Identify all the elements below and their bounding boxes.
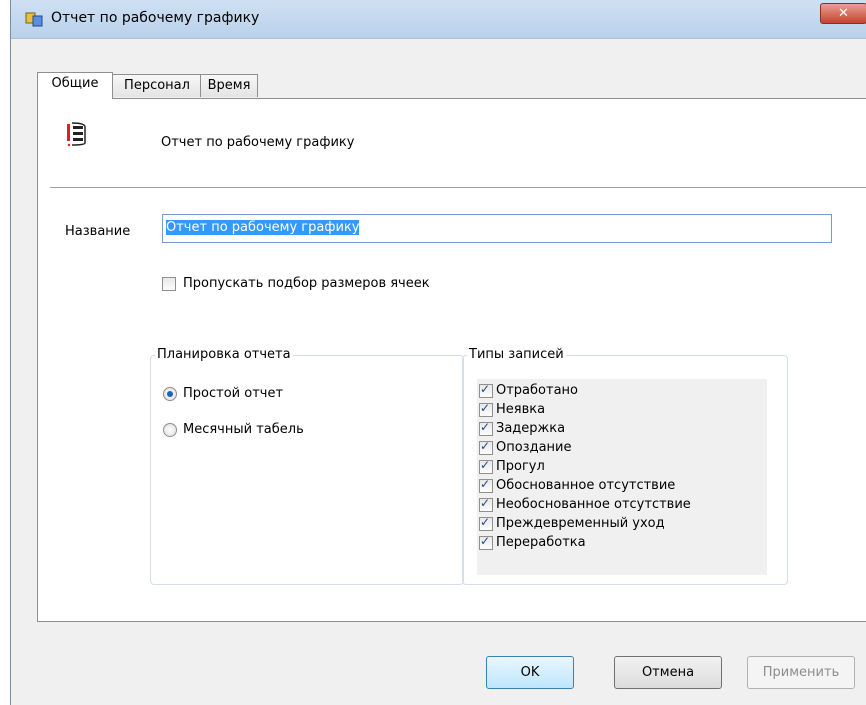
list-item[interactable]: Опоздание <box>479 439 572 459</box>
report-layout-group: Планировка отчета Простой отчет Месячный… <box>150 347 464 585</box>
report-list-icon <box>67 122 86 147</box>
record-type-checkbox[interactable] <box>479 534 493 550</box>
record-type-checkbox[interactable] <box>479 496 493 512</box>
tab-general[interactable]: Общие <box>37 72 113 99</box>
title-bar: Отчет по рабочему графику ✕ <box>11 0 866 39</box>
list-item[interactable]: Обоснованное отсутствие <box>479 477 676 497</box>
list-item[interactable]: Преждевременный уход <box>479 515 665 535</box>
record-type-checkbox[interactable] <box>479 515 493 531</box>
record-type-label: Неявка <box>496 402 546 417</box>
window-title: Отчет по рабочему графику <box>51 10 260 26</box>
apply-button[interactable]: Применить <box>747 656 855 689</box>
radio-monthly-timesheet[interactable]: Месячный табель <box>163 422 304 437</box>
name-label: Название <box>65 224 131 239</box>
radio-monthly-timesheet-button[interactable] <box>163 422 177 437</box>
report-header-title: Отчет по рабочему графику <box>161 135 355 150</box>
record-types-group: Типы записей Отработано Неявка Задержка … <box>462 347 788 585</box>
list-item[interactable]: Неявка <box>479 401 546 421</box>
radio-simple-report[interactable]: Простой отчет <box>163 386 283 401</box>
dialog-window: Отчет по рабочему графику ✕ Общие Персон… <box>10 0 866 705</box>
record-type-label: Прогул <box>496 459 545 474</box>
skip-cell-sizing-option[interactable]: Пропускать подбор размеров ячеек <box>162 276 430 291</box>
record-type-checkbox[interactable] <box>479 439 493 455</box>
record-type-checkbox[interactable] <box>479 477 493 493</box>
record-type-label: Задержка <box>496 421 566 436</box>
name-input[interactable]: Отчет по рабочему графику <box>162 214 832 243</box>
record-type-label: Преждевременный уход <box>496 516 665 531</box>
radio-simple-report-label: Простой отчет <box>183 386 284 401</box>
record-types-group-title: Типы записей <box>467 347 566 362</box>
record-type-checkbox[interactable] <box>479 401 493 417</box>
record-type-checkbox[interactable] <box>479 382 493 398</box>
tab-personnel[interactable]: Персонал <box>112 74 202 97</box>
cancel-button[interactable]: Отмена <box>614 656 722 689</box>
record-type-label: Обоснованное отсутствие <box>496 478 676 493</box>
radio-monthly-timesheet-label: Месячный табель <box>183 422 304 437</box>
radio-simple-report-button[interactable] <box>163 386 177 401</box>
tab-time[interactable]: Время <box>200 74 258 97</box>
record-type-label: Отработано <box>496 383 578 398</box>
app-icon <box>25 12 43 27</box>
record-type-label: Опоздание <box>496 440 572 455</box>
record-type-label: Необоснованное отсутствие <box>496 497 691 512</box>
list-item[interactable]: Задержка <box>479 420 566 440</box>
name-input-value: Отчет по рабочему графику <box>166 220 360 235</box>
record-type-checkbox[interactable] <box>479 458 493 474</box>
record-type-checkbox[interactable] <box>479 420 493 436</box>
skip-cell-sizing-checkbox[interactable] <box>162 276 176 291</box>
ok-button[interactable]: OK <box>486 656 574 689</box>
list-item[interactable]: Отработано <box>479 382 578 402</box>
list-item[interactable]: Переработка <box>479 534 586 554</box>
list-item[interactable]: Прогул <box>479 458 545 478</box>
record-type-label: Переработка <box>496 535 586 550</box>
record-types-list: Отработано Неявка Задержка Опоздание Про… <box>477 379 767 575</box>
close-button[interactable]: ✕ <box>820 3 866 24</box>
header-divider <box>50 187 866 188</box>
list-item[interactable]: Необоснованное отсутствие <box>479 496 691 516</box>
report-layout-group-title: Планировка отчета <box>155 347 293 362</box>
general-tab-panel: Отчет по рабочему графику Название Отчет… <box>37 98 866 622</box>
skip-cell-sizing-label: Пропускать подбор размеров ячеек <box>183 276 430 291</box>
